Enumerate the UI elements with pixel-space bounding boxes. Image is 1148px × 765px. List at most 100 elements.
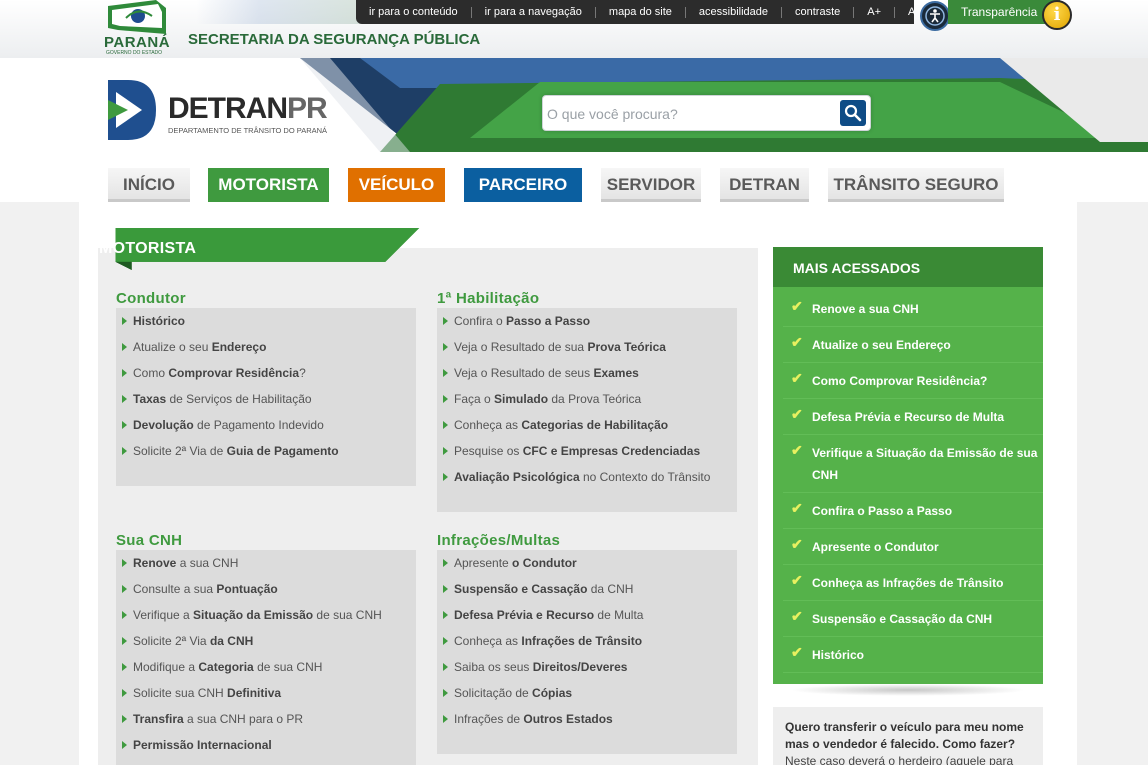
faq-box: Quero transferir o veículo para meu nome…	[773, 707, 1043, 765]
list-item-link[interactable]: Consulte a sua Pontuação	[116, 576, 416, 602]
list-item-link[interactable]: Devolução de Pagamento Indevido	[116, 412, 416, 438]
list-item-keyword: Renove	[133, 556, 177, 570]
list-item-link[interactable]: Transfira a sua CNH para o PR	[116, 706, 416, 732]
most-accessed-item[interactable]: ✔ Conheça as Infrações de Trânsito	[783, 565, 1043, 601]
list-item-link[interactable]: Solicitação de Cópias	[437, 680, 737, 706]
list-item-keyword: Devolução	[133, 418, 194, 432]
list-item-keyword: Defesa Prévia e Recurso	[454, 608, 595, 622]
search-button[interactable]	[840, 100, 866, 126]
most-accessed-title: MAIS ACESSADOS	[773, 247, 1043, 287]
tab-veiculo[interactable]: VEÍCULO	[348, 168, 445, 202]
list-item-keyword: Pontuação	[216, 582, 278, 596]
list-item-text: Confira o	[454, 314, 507, 328]
list-item-text: Consulte a sua	[133, 582, 217, 596]
most-accessed-list: ✔ Renove a sua CNH ✔ Atualize o seu Endereç…	[783, 291, 1043, 673]
list-item-link[interactable]: Suspensão e Cassação da CNH	[437, 576, 737, 602]
list-item-link[interactable]: Modifique a Categoria de sua CNH	[116, 654, 416, 680]
list-item-text: Conheça as	[454, 418, 522, 432]
search-input[interactable]	[547, 103, 827, 125]
check-icon: ✔	[791, 370, 803, 386]
most-accessed-item[interactable]: ✔ Histórico	[783, 637, 1043, 673]
list-item-text: de sua CNH	[253, 660, 323, 674]
most-accessed-label: Defesa Prévia e Recurso de Multa	[812, 410, 1005, 424]
link-skip-navigation[interactable]: ir para a navegação	[472, 6, 596, 18]
list-item-keyword: o Condutor	[512, 556, 577, 570]
check-icon: ✔	[791, 406, 803, 422]
list-item-link[interactable]: Permissão Internacional	[116, 732, 416, 758]
list-item-link[interactable]: Confira o Passo a Passo	[437, 308, 737, 334]
tab-motorista[interactable]: MOTORISTA	[208, 168, 329, 202]
list-item-link[interactable]: Veja o Resultado de sua Prova Teórica	[437, 334, 737, 360]
list-item-link[interactable]: Faça o Simulado da Prova Teórica	[437, 386, 737, 412]
list-item-link[interactable]: Solicite 2ª Via da CNH	[116, 628, 416, 654]
list-item-text: Infrações de	[454, 712, 524, 726]
list-item-link[interactable]: Atualize o seu Endereço	[116, 334, 416, 360]
tab-inicio[interactable]: INÍCIO	[108, 168, 190, 202]
most-accessed-label: Confira o Passo a Passo	[812, 504, 953, 518]
list-item-text: a sua CNH para o PR	[183, 712, 304, 726]
faq-question[interactable]: Quero transferir o veículo para meu nome…	[785, 719, 1033, 753]
list-item-link[interactable]: Conheça as Infrações de Trânsito	[437, 628, 737, 654]
list-item-keyword: Comprovar Residência	[168, 366, 300, 380]
list-item-link[interactable]: Veja o Resultado de seus Exames	[437, 360, 737, 386]
info-icon[interactable]: i	[1042, 0, 1072, 30]
most-accessed-item[interactable]: ✔ Apresente o Condutor	[783, 529, 1043, 565]
most-accessed-item[interactable]: ✔ Defesa Prévia e Recurso de Multa	[783, 399, 1043, 435]
list-item-link[interactable]: Verifique a Situação da Emissão de sua C…	[116, 602, 416, 628]
most-accessed-item[interactable]: ✔ Renove a sua CNH	[783, 291, 1043, 327]
list-item-text: Saiba os seus	[454, 660, 533, 674]
link-accessibility[interactable]: acessibilidade	[686, 6, 782, 18]
font-increase-button[interactable]: A+	[854, 6, 896, 18]
most-accessed-panel: MAIS ACESSADOS ✔ Renove a sua CNH ✔ Atualiz…	[773, 247, 1043, 684]
most-accessed-item[interactable]: ✔ Confira o Passo a Passo	[783, 493, 1043, 529]
list-item-link[interactable]: Renove a sua CNH	[116, 550, 416, 576]
list-item-keyword: Situação da Emissão	[193, 608, 314, 622]
list-item-text: Veja o Resultado de sua	[454, 340, 588, 354]
list-item-link[interactable]: Como Comprovar Residência?	[116, 360, 416, 386]
check-icon: ✔	[791, 536, 803, 552]
list-item-link[interactable]: Histórico	[116, 308, 416, 334]
list-item-text: de sua CNH	[313, 608, 382, 622]
parana-logo[interactable]: PARANÁ GOVERNO DO ESTADO	[104, 0, 170, 56]
tab-servidor[interactable]: SERVIDOR	[601, 168, 701, 202]
parana-brand-sub: GOVERNO DO ESTADO	[106, 50, 163, 56]
list-item-link[interactable]: Pesquise os CFC e Empresas Credenciadas	[437, 438, 737, 464]
list-item-keyword: da CNH	[209, 634, 254, 648]
list-item-link[interactable]: Taxas de Serviços de Habilitação	[116, 386, 416, 412]
list-item-keyword: Direitos/Deveres	[532, 660, 628, 674]
link-site-map[interactable]: mapa do site	[596, 6, 686, 18]
list-item-keyword: Guia de Pagamento	[226, 444, 339, 458]
most-accessed-item[interactable]: ✔ Suspensão e Cassação da CNH	[783, 601, 1043, 637]
detran-wordmark-main: DETRAN	[168, 92, 288, 125]
list-item-link[interactable]: Conheça as Categorias de Habilitação	[437, 412, 737, 438]
list-item-link[interactable]: Solicite sua CNH Definitiva	[116, 680, 416, 706]
tab-detran[interactable]: DETRAN	[720, 168, 809, 202]
page-gutter-left	[0, 202, 79, 765]
link-contrast[interactable]: contraste	[782, 6, 855, 18]
most-accessed-item[interactable]: ✔ Atualize o seu Endereço	[783, 327, 1043, 363]
most-accessed-item[interactable]: ✔ Como Comprovar Residência?	[783, 363, 1043, 399]
list-item-link[interactable]: Solicite 2ª Via de Guia de Pagamento	[116, 438, 416, 464]
list-item-text: Apresente	[454, 556, 513, 570]
list-item-link[interactable]: Avaliação Psicológica no Contexto do Trâ…	[437, 464, 737, 490]
category-title-habilitacao: 1ª Habilitação	[437, 290, 540, 307]
list-item-text: Atualize o seu	[133, 340, 212, 354]
most-accessed-label: Atualize o seu Endereço	[812, 338, 951, 352]
list-item-link[interactable]: Apresente o Condutor	[437, 550, 737, 576]
list-item-link[interactable]: Infrações de Outros Estados	[437, 706, 737, 732]
most-accessed-item[interactable]: ✔ Verifique a Situação da Emissão de sua …	[783, 435, 1043, 493]
list-item-link[interactable]: Defesa Prévia e Recurso de Multa	[437, 602, 737, 628]
most-accessed-label: Suspensão e Cassação da CNH	[812, 612, 993, 626]
accessibility-person-icon[interactable]	[920, 1, 950, 31]
list-item-text: Veja o Resultado de seus	[454, 366, 594, 380]
list-item-keyword: Exames	[593, 366, 639, 380]
tab-transito-seguro[interactable]: TRÂNSITO SEGURO	[828, 168, 1004, 202]
list-item-link[interactable]: Saiba os seus Direitos/Deveres	[437, 654, 737, 680]
list-item-keyword: Prova Teórica	[587, 340, 666, 354]
link-skip-content[interactable]: ir para o conteúdo	[356, 6, 472, 18]
list-item-text: Solicite sua CNH	[133, 686, 228, 700]
list-item-text: no Contexto do Trânsito	[579, 470, 711, 484]
tab-parceiro[interactable]: PARCEIRO	[464, 168, 582, 202]
list-item-keyword: Infrações de Trânsito	[521, 634, 643, 648]
most-accessed-label: Renove a sua CNH	[812, 302, 919, 316]
